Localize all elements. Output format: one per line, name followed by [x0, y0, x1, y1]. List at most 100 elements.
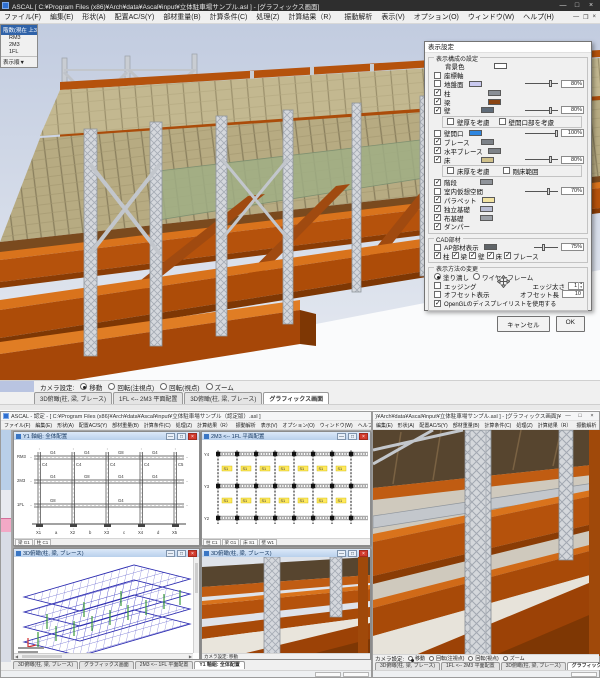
vertical-scrollbar[interactable] [193, 557, 199, 653]
child-maximize-button[interactable]: □ [348, 433, 357, 440]
checkbox[interactable]: ✓ [434, 147, 441, 154]
menu-item[interactable]: 形状(A) [398, 422, 415, 429]
child-close-button[interactable]: × [188, 550, 197, 557]
checkbox[interactable]: ✓ [469, 252, 476, 259]
menu-item[interactable]: 部材重量(B) [163, 12, 200, 22]
wireframe-canvas[interactable] [14, 557, 193, 653]
tab-3d-overview-2[interactable]: 3D俯瞰(柱, 梁, ブレース) [184, 392, 262, 404]
menu-item[interactable]: 計算結果（R） [197, 422, 231, 429]
checkbox[interactable] [499, 118, 506, 125]
menu-item[interactable]: 処理(Z) [256, 12, 279, 22]
toolbar-block[interactable] [1, 532, 11, 662]
camera-mode-zoom[interactable]: ズーム [206, 382, 234, 392]
checkbox[interactable]: ✓ [434, 205, 441, 212]
tab-plan[interactable]: 2M3 <-- 1FL 平面配置 [135, 661, 194, 669]
toolbar-block[interactable] [1, 490, 11, 518]
tab-graphics[interactable]: グラフィックス画面 [79, 661, 134, 669]
menu-item[interactable]: ヘルプ(H) [523, 12, 554, 22]
child-title-bar[interactable]: Y1 軸組: 全体配置 — □ × [14, 432, 199, 440]
color-swatch[interactable] [480, 215, 493, 221]
child-minimize-button[interactable]: — [337, 433, 346, 440]
checkbox[interactable]: ✓ [434, 138, 441, 145]
edge-width-spinner[interactable]: 1 ▴▾ [568, 282, 584, 290]
floor-item-1fl[interactable]: 1FL [1, 49, 37, 56]
camera-mode-rotate-target[interactable]: 回転(注視点) [429, 655, 464, 662]
menu-item[interactable]: 配置AC/S(Y) [79, 422, 107, 429]
menu-item[interactable]: ヘルプ(H) [358, 422, 371, 429]
menu-item[interactable]: 計算条件(C) [484, 422, 511, 429]
elevation-canvas[interactable]: RM3 2M3 1FL G4 G4 G8 G4 G4 G8 G4 G4 G8 [14, 440, 199, 538]
checkbox[interactable] [434, 282, 441, 289]
maximize-button[interactable]: □ [570, 0, 584, 11]
close-button[interactable]: × [587, 412, 597, 420]
minimize-button[interactable]: — [563, 412, 573, 420]
checkbox[interactable]: ✓ [452, 252, 459, 259]
shaded-3d-canvas[interactable] [202, 557, 370, 653]
child-maximize-button[interactable]: □ [177, 433, 186, 440]
menu-item[interactable]: 処理(Z) [516, 422, 532, 429]
minimize-button[interactable]: — [556, 0, 570, 11]
checkbox[interactable]: ✓ [434, 223, 441, 230]
maximize-button[interactable]: □ [575, 412, 585, 420]
color-swatch[interactable] [484, 244, 497, 250]
color-swatch[interactable] [480, 179, 493, 185]
child-close-button[interactable]: × [592, 14, 596, 21]
child-title-bar[interactable]: 3D俯瞰(柱, 梁, ブレース) — □ × [14, 549, 199, 557]
child-minimize-button[interactable]: — [573, 14, 579, 21]
camera-mode-zoom[interactable]: ズーム [503, 655, 525, 662]
cancel-button[interactable]: キャンセル [497, 316, 550, 332]
color-swatch[interactable] [481, 139, 494, 145]
color-swatch[interactable] [481, 157, 494, 163]
status-segment[interactable]: 柱 C1 [203, 539, 221, 546]
checkbox[interactable]: ✓ [434, 179, 441, 186]
color-swatch[interactable] [488, 90, 501, 96]
menu-item[interactable]: 計算条件(C) [210, 12, 248, 22]
opacity-value[interactable]: 80% [561, 156, 584, 164]
child-wireframe-view[interactable]: 3D俯瞰(柱, 梁, ブレース) — □ × [13, 548, 200, 660]
opacity-slider[interactable] [525, 156, 558, 164]
color-swatch[interactable] [469, 81, 482, 87]
menu-item[interactable]: 計算条件(C) [144, 422, 171, 429]
tab-graphics[interactable]: グラフィックス画面 [263, 392, 329, 404]
floor-selector-footer[interactable]: 表示順▼ [1, 56, 37, 67]
child-minimize-button[interactable]: — [166, 433, 175, 440]
menu-item[interactable]: ウィンドウ(W) [468, 12, 514, 22]
color-swatch[interactable] [480, 206, 493, 212]
scroll-thumb[interactable] [195, 563, 198, 593]
checkbox[interactable] [447, 167, 454, 174]
opacity-value[interactable]: 80% [561, 80, 584, 88]
close-button[interactable]: × [584, 0, 598, 11]
menu-item[interactable]: 表示(V) [261, 422, 278, 429]
camera-mode-rotate-eye[interactable]: 回転(視点) [468, 655, 498, 662]
opacity-value[interactable]: 75% [561, 243, 584, 251]
menu-item[interactable]: 計算結果（R） [538, 422, 572, 429]
checkbox[interactable] [434, 130, 441, 137]
camera-mode-move[interactable]: 移動 [80, 382, 102, 392]
menu-item[interactable]: 計算結果（R） [288, 12, 335, 22]
plan-canvas[interactable]: S1 S1 S1 S1 S1 S1 S1 S1 S1 S1 S1 [202, 440, 370, 538]
color-swatch[interactable] [488, 99, 501, 105]
child-plan-view[interactable]: 2M3 <-- 1FL 平面配置 — □ × [201, 431, 371, 546]
menu-item[interactable]: 配置AC/S(Y) [115, 12, 155, 22]
tab-3d-overview-2[interactable]: 3D俯瞰(柱, 梁, ブレース) [501, 662, 566, 670]
color-swatch[interactable] [482, 197, 495, 203]
title-bar[interactable]: ASCAL [ C:¥Program Files (x86)¥Arch¥data… [0, 0, 600, 11]
status-segment[interactable]: 床 S1 [240, 539, 257, 546]
menu-item[interactable]: ファイル(F) [4, 12, 41, 22]
child-title-bar[interactable]: 2M3 <-- 1FL 平面配置 — □ × [202, 432, 370, 440]
checkbox[interactable]: ✓ [504, 252, 511, 259]
tab-elevation[interactable]: Y1 軸組: 全体配置 [194, 661, 245, 669]
tab-plan[interactable]: 1FL <-- 2M3 平面配置 [441, 662, 500, 670]
checkbox[interactable]: ✓ [434, 252, 441, 259]
checkbox[interactable] [434, 72, 441, 79]
checkbox[interactable]: ✓ [434, 107, 441, 114]
child-minimize-button[interactable]: — [166, 550, 175, 557]
spin-down-icon[interactable]: ▾ [580, 286, 582, 290]
menu-item[interactable]: ファイル(F) [4, 422, 30, 429]
checkbox[interactable] [434, 188, 441, 195]
child-minimize-button[interactable]: — [337, 550, 346, 557]
floor-item-rm3[interactable]: RM3 [1, 35, 37, 42]
horizontal-scrollbar[interactable]: ◀ ▶ [14, 653, 193, 659]
opacity-slider[interactable] [525, 106, 558, 114]
child-shaded-3d-view[interactable]: 3D俯瞰(柱, 梁, ブレース) — □ × [201, 548, 371, 660]
